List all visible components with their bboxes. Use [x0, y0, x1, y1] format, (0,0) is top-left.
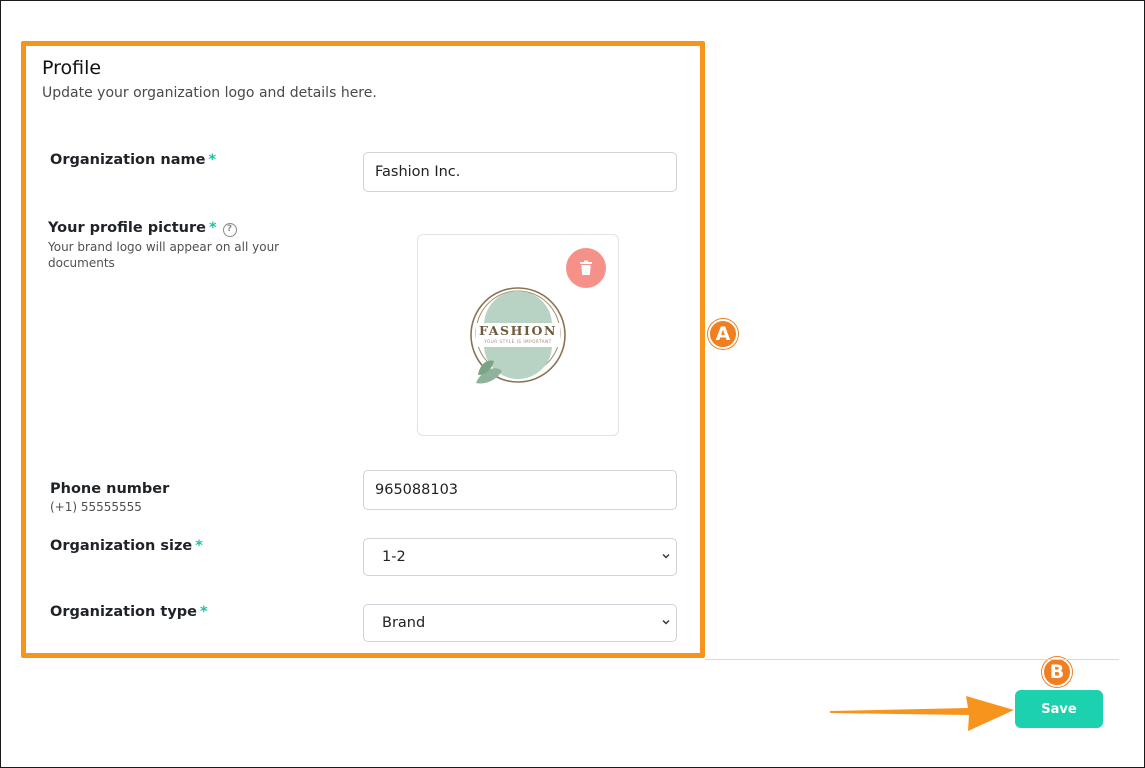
org-size-label: Organization size * — [50, 538, 203, 554]
phone-label: Phone number — [50, 481, 169, 497]
org-size-label-text: Organization size — [50, 538, 193, 554]
phone-hint: (+1) 55555555 — [50, 500, 142, 514]
phone-input[interactable] — [363, 470, 677, 510]
section-title: Profile — [42, 57, 102, 79]
org-type-label: Organization type * — [50, 604, 208, 620]
profile-picture-hint: Your brand logo will appear on all your … — [48, 240, 280, 270]
required-asterisk: * — [195, 538, 203, 554]
org-size-select[interactable]: 1-2 — [363, 538, 677, 576]
org-type-label-text: Organization type — [50, 604, 197, 620]
org-name-label-text: Organization name — [50, 152, 206, 168]
required-asterisk: * — [208, 220, 217, 236]
phone-label-text: Phone number — [50, 481, 170, 497]
annotation-arrow — [830, 696, 1014, 731]
profile-picture-label-text: Your profile picture — [48, 220, 206, 236]
org-size-value: 1-2 — [382, 549, 406, 565]
chevron-down-icon — [662, 620, 670, 625]
logo-tagline: YOUR STYLE IS IMPORTANT — [484, 339, 552, 344]
trash-icon — [580, 260, 592, 275]
footer-divider — [705, 659, 1119, 660]
section-subtitle: Update your organization logo and detail… — [42, 85, 377, 101]
annotation-marker-b: B — [1042, 657, 1072, 687]
required-asterisk: * — [208, 152, 217, 168]
save-button[interactable]: Save — [1015, 690, 1103, 728]
chevron-down-icon — [662, 554, 670, 559]
delete-logo-button[interactable] — [566, 248, 606, 288]
question-circle-icon[interactable]: ? — [222, 223, 237, 237]
org-name-label: Organization name * — [50, 152, 216, 168]
required-asterisk: * — [200, 604, 208, 620]
profile-picture-label: Your profile picture *? — [48, 220, 237, 237]
org-type-value: Brand — [382, 615, 426, 631]
org-name-input[interactable] — [363, 152, 677, 192]
org-type-select[interactable]: Brand — [363, 604, 677, 642]
logo-text: FASHION — [478, 323, 558, 338]
annotation-marker-a: A — [708, 319, 738, 349]
